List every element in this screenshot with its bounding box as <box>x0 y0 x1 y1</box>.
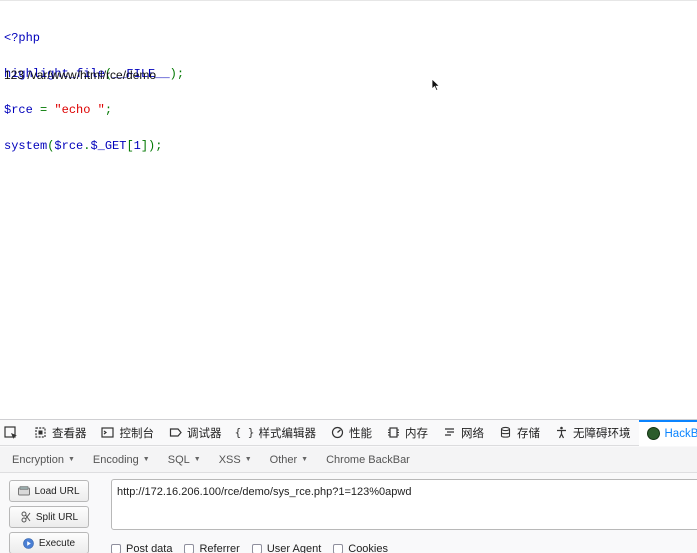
code-line-4: system($rce.$_GET[1]); <box>4 139 163 153</box>
play-icon <box>23 537 35 549</box>
php-source: <?php highlight_file(__FILE__); $rce = "… <box>4 8 184 176</box>
hackbar-body: Load URL Split URL Execute http://172.16… <box>0 474 697 553</box>
tab-debugger[interactable]: 调试器 <box>162 420 230 446</box>
storage-icon <box>498 426 512 440</box>
tab-console[interactable]: 控制台 <box>95 420 163 446</box>
code-line-3: $rce = "echo "; <box>4 103 113 117</box>
devtools-panel: 查看器 控制台 调试器 { } 样式编辑器 性能 内存 网络 存储 无障碍环境 … <box>0 419 697 553</box>
tab-network[interactable]: 网络 <box>436 420 492 446</box>
tab-style-editor[interactable]: { } 样式编辑器 <box>230 420 325 446</box>
load-url-icon <box>18 486 31 496</box>
tab-inspector[interactable]: 查看器 <box>27 420 95 446</box>
command-output: 123 /var/www/html/rce/demo <box>4 68 157 82</box>
url-textarea[interactable]: http://172.16.206.100/rce/demo/sys_rce.p… <box>111 479 697 530</box>
menu-sql[interactable]: SQL ▼ <box>164 454 205 466</box>
execute-button[interactable]: Execute <box>9 532 89 553</box>
inspector-icon <box>33 426 47 440</box>
split-url-icon <box>20 511 32 523</box>
tab-hackbar[interactable]: HackBar <box>638 419 697 446</box>
menu-encoding[interactable]: Encoding ▼ <box>89 454 154 466</box>
tab-memory[interactable]: 内存 <box>380 420 436 446</box>
page-content: <?php highlight_file(__FILE__); $rce = "… <box>0 0 697 418</box>
request-options: Post data Referrer User Agent Cookies <box>111 543 400 553</box>
caret-down-icon: ▼ <box>244 456 252 463</box>
caret-down-icon: ▼ <box>193 456 201 463</box>
tab-storage[interactable]: 存储 <box>492 420 548 446</box>
console-icon <box>101 426 115 440</box>
checkbox-box[interactable] <box>251 544 262 553</box>
network-icon <box>442 426 456 440</box>
element-picker-button[interactable] <box>0 420 27 446</box>
cookies-checkbox[interactable]: Cookies <box>333 543 388 553</box>
menu-encryption[interactable]: Encryption ▼ <box>8 454 79 466</box>
menu-other[interactable]: Other ▼ <box>266 454 312 466</box>
caret-down-icon: ▼ <box>301 456 309 463</box>
hackbar-icon <box>646 427 660 440</box>
checkbox-box[interactable] <box>333 544 344 553</box>
element-picker-icon <box>4 425 18 440</box>
tab-performance[interactable]: 性能 <box>324 420 380 446</box>
menu-chrome-backbar[interactable]: Chrome BackBar <box>322 454 414 466</box>
accessibility-icon <box>554 426 568 440</box>
style-editor-icon: { } <box>234 426 255 439</box>
performance-icon <box>330 426 344 440</box>
post-data-checkbox[interactable]: Post data <box>111 543 172 553</box>
load-url-button[interactable]: Load URL <box>9 480 89 502</box>
referrer-checkbox[interactable]: Referrer <box>184 543 240 553</box>
devtools-tabbar: 查看器 控制台 调试器 { } 样式编辑器 性能 内存 网络 存储 无障碍环境 … <box>0 419 697 446</box>
tab-accessibility[interactable]: 无障碍环境 <box>548 420 639 446</box>
memory-icon <box>386 426 400 440</box>
hackbar-menu: Encryption ▼ Encoding ▼ SQL ▼ XSS ▼ Other ▼ C… <box>0 447 697 473</box>
split-url-button[interactable]: Split URL <box>9 506 89 528</box>
code-line-1: <?php <box>4 31 41 45</box>
user-agent-checkbox[interactable]: User Agent <box>251 543 321 553</box>
menu-xss[interactable]: XSS ▼ <box>215 454 256 466</box>
debugger-icon <box>168 426 182 440</box>
checkbox-box[interactable] <box>111 544 121 553</box>
checkbox-box[interactable] <box>184 544 195 553</box>
caret-down-icon: ▼ <box>67 456 75 463</box>
caret-down-icon: ▼ <box>142 456 150 463</box>
